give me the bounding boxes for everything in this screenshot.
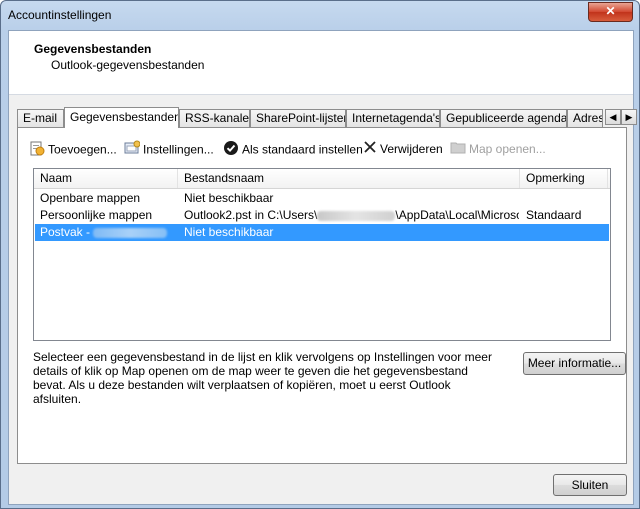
tab-address-books[interactable]: Adres: [567, 109, 603, 127]
checkmark-circle-icon: [223, 140, 239, 161]
more-info-button[interactable]: Meer informatie...: [523, 352, 626, 375]
add-data-file-icon: [29, 140, 45, 161]
row-filename-suffix: \AppData\Local\Microsoft...: [395, 208, 519, 222]
redacted-username: [317, 210, 396, 221]
open-folder-button-label: Map openen...: [469, 142, 546, 156]
tab-rss-feeds[interactable]: RSS-kanalen: [179, 109, 250, 127]
row-filename: Niet beschikbaar: [184, 225, 274, 239]
open-folder-button[interactable]: Map openen...: [450, 140, 546, 158]
column-header-remark[interactable]: Opmerking: [520, 169, 608, 188]
list-header: Naam Bestandsnaam Opmerking: [34, 169, 610, 189]
row-filename-prefix: Outlook2.pst in C:\Users\: [184, 208, 318, 222]
tab-internet-calendars[interactable]: Internetagenda's: [346, 109, 440, 127]
header-band: Gegevensbestanden Outlook-gegevensbestan…: [9, 31, 633, 95]
settings-button[interactable]: Instellingen...: [124, 140, 214, 158]
data-files-panel: Toevoegen... Instellingen... Als standaa…: [17, 127, 627, 464]
settings-icon: [124, 140, 141, 161]
remove-button[interactable]: Verwijderen: [363, 140, 443, 158]
title-bar[interactable]: Accountinstellingen ✕: [1, 1, 639, 31]
row-filename: Outlook2.pst in C:\Users\ \AppData\Local\…: [184, 207, 519, 224]
set-default-button-label: Als standaard instellen: [242, 142, 363, 157]
redacted-mailbox-name: [93, 227, 168, 238]
tab-published-calendars[interactable]: Gepubliceerde agenda's: [440, 109, 567, 127]
remove-button-label: Verwijderen: [380, 142, 443, 156]
row-name: Persoonlijke mappen: [40, 208, 153, 222]
add-button[interactable]: Toevoegen...: [29, 140, 117, 158]
header-title: Gegevensbestanden: [34, 42, 152, 56]
tab-strip: E-mail Gegevensbestanden RSS-kanalen Sha…: [17, 107, 637, 128]
window-title: Accountinstellingen: [8, 8, 112, 22]
column-header-name[interactable]: Naam: [34, 169, 178, 188]
settings-button-label: Instellingen...: [143, 142, 214, 157]
table-row[interactable]: Openbare mappen Niet beschikbaar: [35, 190, 609, 207]
account-settings-window: Accountinstellingen ✕ Gegevensbestanden …: [0, 0, 640, 509]
row-name: Openbare mappen: [40, 191, 141, 205]
data-files-list[interactable]: Naam Bestandsnaam Opmerking Openbare map…: [33, 168, 611, 341]
instructions-text: Selecteer een gegevensbestand in de lijs…: [33, 350, 492, 406]
close-button[interactable]: Sluiten: [553, 474, 627, 496]
header-subtitle: Outlook-gegevensbestanden: [51, 58, 205, 72]
row-remark: Standaard: [526, 208, 582, 222]
add-button-label: Toevoegen...: [48, 142, 117, 157]
row-name: Postvak -: [40, 224, 176, 241]
dialog-client: Gegevensbestanden Outlook-gegevensbestan…: [8, 30, 637, 505]
table-row-selected[interactable]: Postvak - Niet beschikbaar: [35, 224, 609, 241]
table-row[interactable]: Persoonlijke mappen Outlook2.pst in C:\U…: [35, 207, 609, 224]
tab-sharepoint-lists[interactable]: SharePoint-lijsten: [250, 109, 346, 127]
tab-scroll-left-button[interactable]: ◀: [605, 109, 621, 125]
row-filename: Niet beschikbaar: [184, 191, 274, 205]
set-default-button[interactable]: Als standaard instellen: [223, 140, 363, 158]
folder-icon: [450, 140, 466, 159]
tab-scroll-right-button[interactable]: ▶: [621, 109, 637, 125]
close-window-button[interactable]: ✕: [588, 2, 633, 22]
tab-email[interactable]: E-mail: [17, 109, 64, 127]
row-name-text: Postvak -: [40, 225, 91, 239]
tab-data-files[interactable]: Gegevensbestanden: [64, 107, 179, 128]
column-header-filename[interactable]: Bestandsnaam: [178, 169, 520, 188]
delete-x-icon: [363, 140, 377, 159]
